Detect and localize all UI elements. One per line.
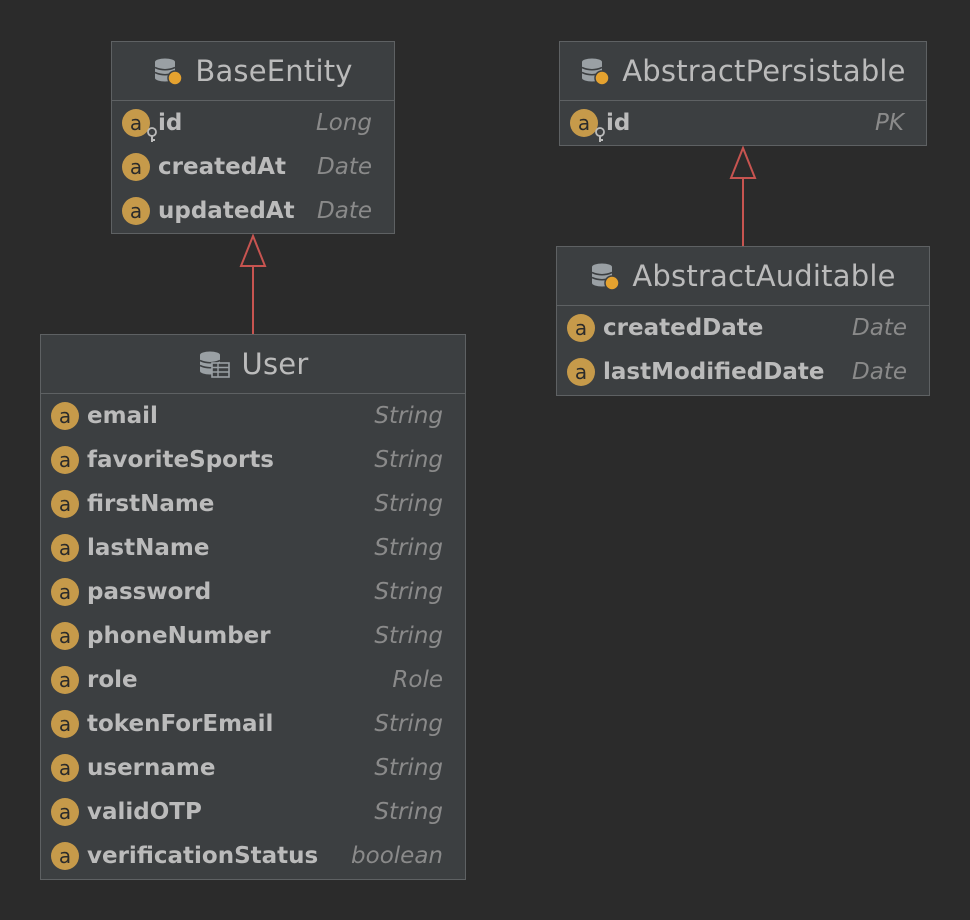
entity-user[interactable]: User a email String a favoriteSports Str… <box>40 334 466 880</box>
field-type: String <box>374 623 443 649</box>
attribute-icon: a <box>570 109 605 142</box>
entity-header[interactable]: User <box>41 335 465 394</box>
attribute-icon: a <box>51 842 79 870</box>
field-name: role <box>87 667 138 693</box>
key-icon <box>595 127 605 142</box>
field-name: favoriteSports <box>87 447 274 473</box>
attribute-icon: a <box>51 402 79 430</box>
entity-abstract-persistable[interactable]: AbstractPersistable a id PK <box>559 41 927 146</box>
database-icon <box>590 261 621 291</box>
field-row[interactable]: a id Long <box>112 101 394 145</box>
field-name: lastModifiedDate <box>603 359 825 385</box>
entity-title: User <box>241 347 309 381</box>
field-row[interactable]: a lastName String <box>41 526 465 570</box>
attribute-icon: a <box>567 358 595 386</box>
entity-header[interactable]: BaseEntity <box>112 42 394 101</box>
field-type: String <box>374 491 443 517</box>
entity-base-entity[interactable]: BaseEntity a id Long a createdAt Date a … <box>111 41 395 234</box>
auditable-extends-persistable-arrow <box>729 145 757 247</box>
field-row[interactable]: a verificationStatus boolean <box>41 834 465 878</box>
entity-header[interactable]: AbstractAuditable <box>557 247 929 306</box>
field-name: firstName <box>87 491 215 517</box>
field-type: String <box>374 403 443 429</box>
field-row[interactable]: a phoneNumber String <box>41 614 465 658</box>
field-row[interactable]: a firstName String <box>41 482 465 526</box>
attribute-icon: a <box>122 153 150 181</box>
field-name: verificationStatus <box>87 843 319 869</box>
field-row[interactable]: a tokenForEmail String <box>41 702 465 746</box>
field-name: lastName <box>87 535 210 561</box>
field-row[interactable]: a createdDate Date <box>557 306 929 350</box>
database-icon <box>580 56 610 86</box>
field-name: validOTP <box>87 799 202 825</box>
attribute-icon: a <box>51 490 79 518</box>
attribute-icon: a <box>51 754 79 782</box>
attribute-icon: a <box>567 314 595 342</box>
attribute-icon: a <box>51 534 79 562</box>
field-row[interactable]: a id PK <box>560 101 926 145</box>
field-name: createdAt <box>158 154 286 180</box>
field-type: Long <box>315 110 372 136</box>
field-name: password <box>87 579 212 605</box>
field-type: boolean <box>351 843 443 869</box>
field-type: PK <box>875 110 904 136</box>
entity-header[interactable]: AbstractPersistable <box>560 42 926 101</box>
database-table-icon <box>198 349 230 379</box>
field-row[interactable]: a username String <box>41 746 465 790</box>
entity-title: AbstractPersistable <box>622 54 906 88</box>
field-row[interactable]: a favoriteSports String <box>41 438 465 482</box>
field-row[interactable]: a password String <box>41 570 465 614</box>
field-name: id <box>158 110 183 136</box>
field-name: phoneNumber <box>87 623 271 649</box>
field-name: createdDate <box>603 315 764 341</box>
field-name: updatedAt <box>158 198 295 224</box>
field-row[interactable]: a role Role <box>41 658 465 702</box>
field-row[interactable]: a validOTP String <box>41 790 465 834</box>
attribute-icon: a <box>51 446 79 474</box>
field-name: email <box>87 403 158 429</box>
field-row[interactable]: a email String <box>41 394 465 438</box>
field-type: String <box>374 447 443 473</box>
field-row[interactable]: a updatedAt Date <box>112 189 394 233</box>
attribute-icon: a <box>51 578 79 606</box>
attribute-icon: a <box>51 798 79 826</box>
field-type: Date <box>317 198 372 224</box>
field-name: id <box>606 110 631 136</box>
field-type: String <box>374 535 443 561</box>
attribute-icon: a <box>122 197 150 225</box>
attribute-icon: a <box>51 710 79 738</box>
field-type: Role <box>392 667 443 693</box>
user-extends-base-entity-arrow <box>239 233 267 335</box>
entity-abstract-auditable[interactable]: AbstractAuditable a createdDate Date a l… <box>556 246 930 396</box>
field-type: String <box>374 755 443 781</box>
field-name: username <box>87 755 216 781</box>
field-row[interactable]: a createdAt Date <box>112 145 394 189</box>
entity-title: BaseEntity <box>195 54 353 88</box>
field-type: String <box>374 579 443 605</box>
field-name: tokenForEmail <box>87 711 274 737</box>
attribute-icon: a <box>51 622 79 650</box>
field-type: String <box>374 711 443 737</box>
attribute-icon: a <box>122 109 157 142</box>
key-icon <box>147 127 157 142</box>
database-icon <box>153 56 184 86</box>
field-type: Date <box>317 154 372 180</box>
entity-title: AbstractAuditable <box>632 259 896 293</box>
attribute-icon: a <box>51 666 79 694</box>
field-type: String <box>374 799 443 825</box>
field-type: Date <box>852 359 907 385</box>
field-type: Date <box>852 315 907 341</box>
field-row[interactable]: a lastModifiedDate Date <box>557 350 929 394</box>
